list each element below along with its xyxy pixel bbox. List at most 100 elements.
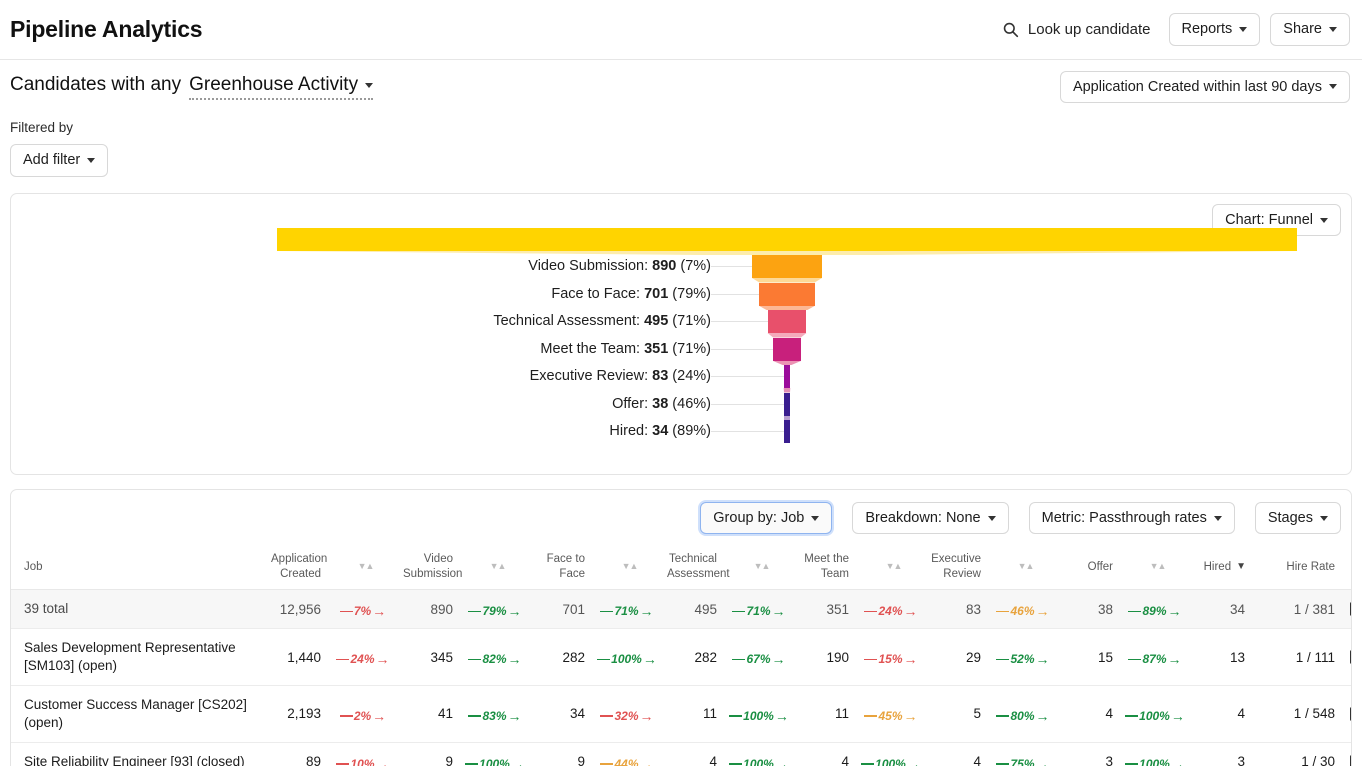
table-header-offer[interactable]: Offer [1061,546,1117,589]
look-up-candidate-label: Look up candidate [1028,21,1151,38]
table-header-face_to_face[interactable]: Face toFace [533,546,589,589]
stages-label: Stages [1268,510,1313,527]
subheader: Candidates with any Greenhouse Activity … [0,60,1362,114]
cell-executive_review: 4 [929,742,985,766]
table-header-meet_the_team-label: Meet theTeam [804,553,849,579]
table-header-sort-application_created[interactable]: ▼▲ [325,546,401,589]
cell-calculator-action[interactable] [1341,629,1352,686]
table-header-sort-face_to_face[interactable]: ▼▲ [589,546,665,589]
funnel-bar[interactable] [768,310,807,333]
table-header-application_created[interactable]: ApplicationCreated [269,546,325,589]
table-row[interactable]: Sales Development Representative [SM103]… [11,629,1352,686]
candidates-prefix-label: Candidates with any [10,74,181,96]
table-header-offer-label: Offer [1088,561,1113,573]
funnel-stage-row[interactable]: Meet the Team: 351 (71%) [11,336,1351,364]
rate-dash-icon [340,715,353,717]
share-button[interactable]: Share [1270,13,1350,46]
sort-toggle-icon[interactable]: ▼▲ [886,561,902,572]
funnel-bar[interactable] [752,255,822,278]
funnel-stage-row[interactable]: Video Submission: 890 (7%) [11,253,1351,281]
funnel-stage-row[interactable]: Executive Review: 83 (24%) [11,363,1351,391]
table-row[interactable]: Site Reliability Engineer [93] (closed)8… [11,742,1352,766]
add-filter-button[interactable]: Add filter [10,144,108,177]
cell-meet_the_team: 190 [797,629,853,686]
funnel-bar[interactable] [784,365,791,388]
funnel-stage-row[interactable]: Face to Face: 701 (79%) [11,281,1351,309]
arrow-right-icon: → [1171,709,1185,723]
group-by-button[interactable]: Group by: Job [700,502,832,535]
funnel-stage-label: Video Submission: 890 (7%) [11,253,711,281]
funnel-stage-row[interactable]: Technical Assessment: 495 (71%) [11,308,1351,336]
look-up-candidate-button[interactable]: Look up candidate [1002,21,1151,38]
cell-passthrough-rate: 87%→ [1117,629,1193,686]
breakdown-button[interactable]: Breakdown: None [852,502,1008,535]
table-head: JobApplicationCreated ▼▲ VideoSubmission ▼▲… [11,546,1352,589]
date-range-button[interactable]: Application Created within last 90 days [1060,71,1350,104]
funnel-bar[interactable] [277,228,1297,251]
funnel-bar[interactable] [784,393,790,416]
cell-passthrough-rate: 80%→ [985,685,1061,742]
table-header-meet_the_team[interactable]: Meet theTeam [797,546,853,589]
table-header-hire-rate[interactable]: Hire Rate [1249,546,1341,589]
table-total-row[interactable]: 39 total12,9567%→89079%→70171%→49571%→35… [11,590,1352,629]
table-header-sort-executive_review[interactable]: ▼▲ [985,546,1061,589]
cell-job: 39 total [11,590,269,629]
funnel-stage-row[interactable]: Application Created: 12,956 [11,226,1351,254]
reports-button[interactable]: Reports [1169,13,1261,46]
rate-value: 45% [878,709,902,723]
cell-passthrough-rate: 100%→ [457,742,533,766]
passthrough-badge: 89%→ [1128,604,1181,618]
rate-dash-icon [732,611,745,613]
passthrough-badge: 44%→ [600,757,653,766]
arrow-right-icon: → [508,652,522,666]
table-header-executive_review[interactable]: ExecutiveReview [929,546,985,589]
stages-button[interactable]: Stages [1255,502,1341,535]
rate-value: 87% [1142,652,1166,666]
funnel-bar[interactable] [784,420,790,443]
cell-calculator-action[interactable] [1341,685,1352,742]
sort-toggle-icon[interactable]: ▼▲ [622,561,638,572]
funnel-leader-line [711,376,784,377]
sort-toggle-icon[interactable]: ▼▲ [754,561,770,572]
cell-meet_the_team: 351 [797,590,853,629]
rate-value: 15% [878,652,902,666]
rate-value: 46% [1010,604,1034,618]
table-header-sort-meet_the_team[interactable]: ▼▲ [853,546,929,589]
table-header-sort-technical_assessment[interactable]: ▼▲ [721,546,797,589]
sort-toggle-icon[interactable]: ▼▲ [358,561,374,572]
passthrough-badge: 100%→ [1125,709,1185,723]
cell-passthrough-rate: 83%→ [457,685,533,742]
funnel-stage-row[interactable]: Offer: 38 (46%) [11,391,1351,419]
funnel-bar[interactable] [759,283,814,306]
table-header-sort-offer[interactable]: ▼▲ [1117,546,1193,589]
table-header-row: JobApplicationCreated ▼▲ VideoSubmission ▼▲… [11,546,1352,589]
sort-desc-icon[interactable]: ▼ [1236,561,1245,574]
cell-calculator-action[interactable] [1341,590,1352,629]
passthrough-badge: 24%→ [336,652,389,666]
arrow-right-icon: → [376,652,390,666]
sort-toggle-icon[interactable]: ▼▲ [1018,561,1034,572]
rate-dash-icon [600,715,613,717]
filtered-by-label: Filtered by [10,120,1352,135]
metric-button[interactable]: Metric: Passthrough rates [1029,502,1235,535]
chevron-down-icon [988,516,996,521]
rate-dash-icon [732,659,745,661]
cell-passthrough-rate: 24%→ [853,590,929,629]
table-header-sort-video_submission[interactable]: ▼▲ [457,546,533,589]
table-header-technical_assessment[interactable]: TechnicalAssessment [665,546,721,589]
cell-calculator-action[interactable] [1341,742,1352,766]
passthrough-badge: 100%→ [729,757,789,766]
cell-technical_assessment: 4 [665,742,721,766]
rate-value: 89% [1142,604,1166,618]
greenhouse-activity-select[interactable]: Greenhouse Activity [189,74,373,100]
cell-passthrough-rate: 100%→ [721,742,797,766]
cell-technical_assessment: 495 [665,590,721,629]
funnel-bar[interactable] [773,338,801,361]
table-header-hired[interactable]: Hired▼ [1193,546,1249,589]
sort-toggle-icon[interactable]: ▼▲ [1150,561,1166,572]
table-row[interactable]: Customer Success Manager [CS202] (open)2… [11,685,1352,742]
table-header-video_submission[interactable]: VideoSubmission [401,546,457,589]
funnel-stage-row[interactable]: Hired: 34 (89%) [11,418,1351,446]
table-header-job[interactable]: Job [11,546,269,589]
sort-toggle-icon[interactable]: ▼▲ [490,561,506,572]
